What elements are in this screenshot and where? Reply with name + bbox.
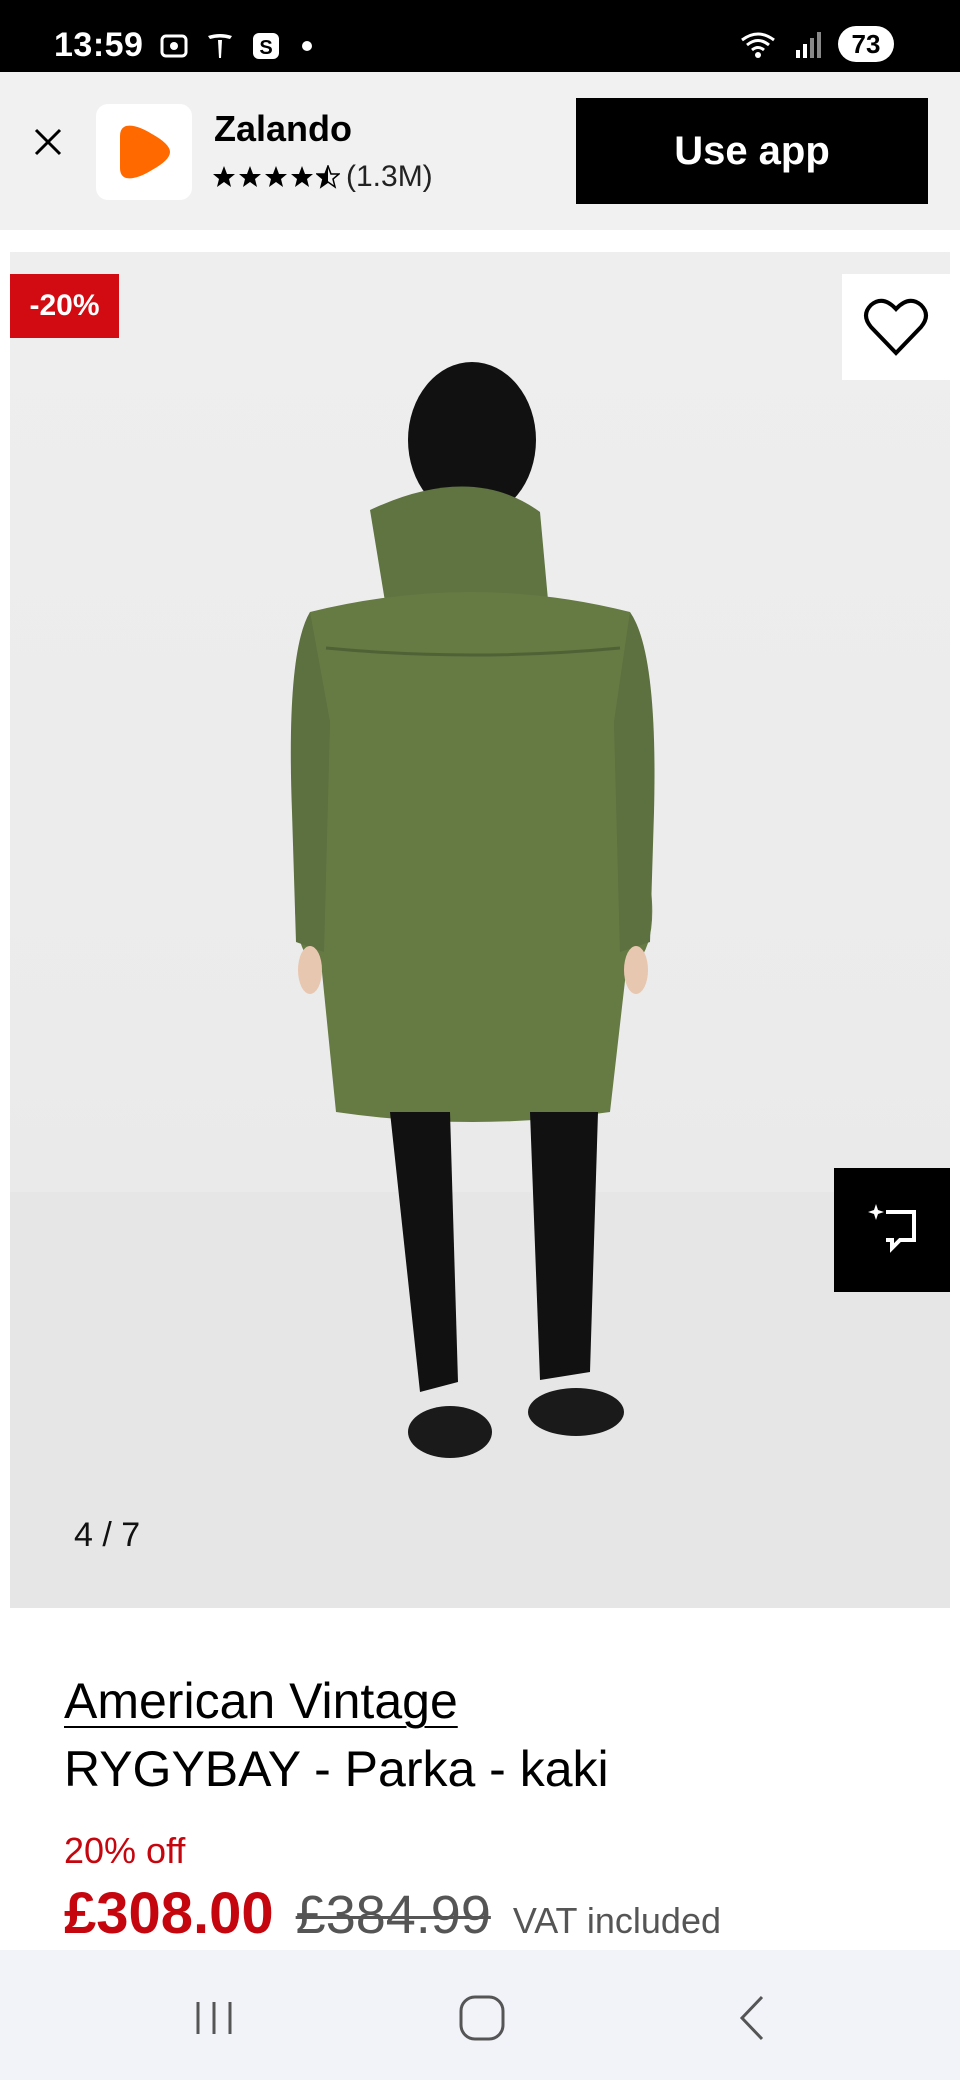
star-icon <box>239 166 261 187</box>
home-icon <box>459 1995 505 2041</box>
app-name: Zalando <box>214 108 353 149</box>
app-rating: (1.3M) <box>212 160 433 194</box>
use-app-button[interactable]: Use app <box>576 98 928 204</box>
product-name: RYGYBAY - Parka - kaki <box>64 1741 609 1797</box>
heart-icon <box>864 298 928 356</box>
status-time: 13:59 <box>54 26 144 64</box>
discount-badge: -20% <box>10 274 119 338</box>
zalando-play-icon <box>120 125 170 179</box>
recent-apps-icon <box>196 2002 232 2034</box>
product-image-gallery[interactable]: -20% 4 / 7 <box>10 252 950 1608</box>
star-icon <box>291 166 313 187</box>
product-photo <box>10 362 950 1608</box>
s-app-icon: S <box>253 33 279 59</box>
vat-note: VAT included <box>512 1900 721 1941</box>
back-button[interactable] <box>722 1988 782 2048</box>
app-install-banner: Zalando (1.3M) Use app <box>0 72 960 230</box>
tesla-icon <box>208 34 232 58</box>
svg-text:S: S <box>259 37 272 59</box>
status-icons-left: S <box>158 30 312 62</box>
zalando-logo <box>96 104 192 200</box>
wifi-icon <box>741 32 775 58</box>
star-icon <box>213 166 235 187</box>
star-icon <box>265 166 287 187</box>
back-icon <box>739 1995 764 2041</box>
discount-text: 20% off <box>64 1830 186 1871</box>
original-price: £384.99 <box>295 1885 491 1945</box>
image-counter: 4 / 7 <box>74 1516 141 1554</box>
rating-count: (1.3M) <box>346 160 433 193</box>
battery-indicator: 73 <box>838 26 894 62</box>
close-banner-button[interactable] <box>28 122 68 162</box>
status-bar: 13:59 S 73 <box>0 0 960 72</box>
screenshot-icon <box>160 34 188 58</box>
find-similar-button[interactable] <box>834 1168 950 1292</box>
status-icons-right: 73 <box>738 26 894 62</box>
price-row: £308.00 £384.99 VAT included <box>64 1880 721 1947</box>
half-star-icon <box>316 165 340 189</box>
wishlist-button[interactable] <box>842 274 950 380</box>
home-button[interactable] <box>452 1988 512 2048</box>
visual-search-icon <box>868 1204 916 1253</box>
signal-icon <box>796 32 821 58</box>
notification-dot <box>302 41 312 51</box>
system-navigation-bar <box>0 1950 960 2080</box>
close-icon <box>34 128 62 156</box>
recent-apps-button[interactable] <box>184 1988 244 2048</box>
current-price: £308.00 <box>64 1881 274 1946</box>
brand-link[interactable]: American Vintage <box>64 1672 458 1730</box>
star-rating <box>212 165 340 189</box>
